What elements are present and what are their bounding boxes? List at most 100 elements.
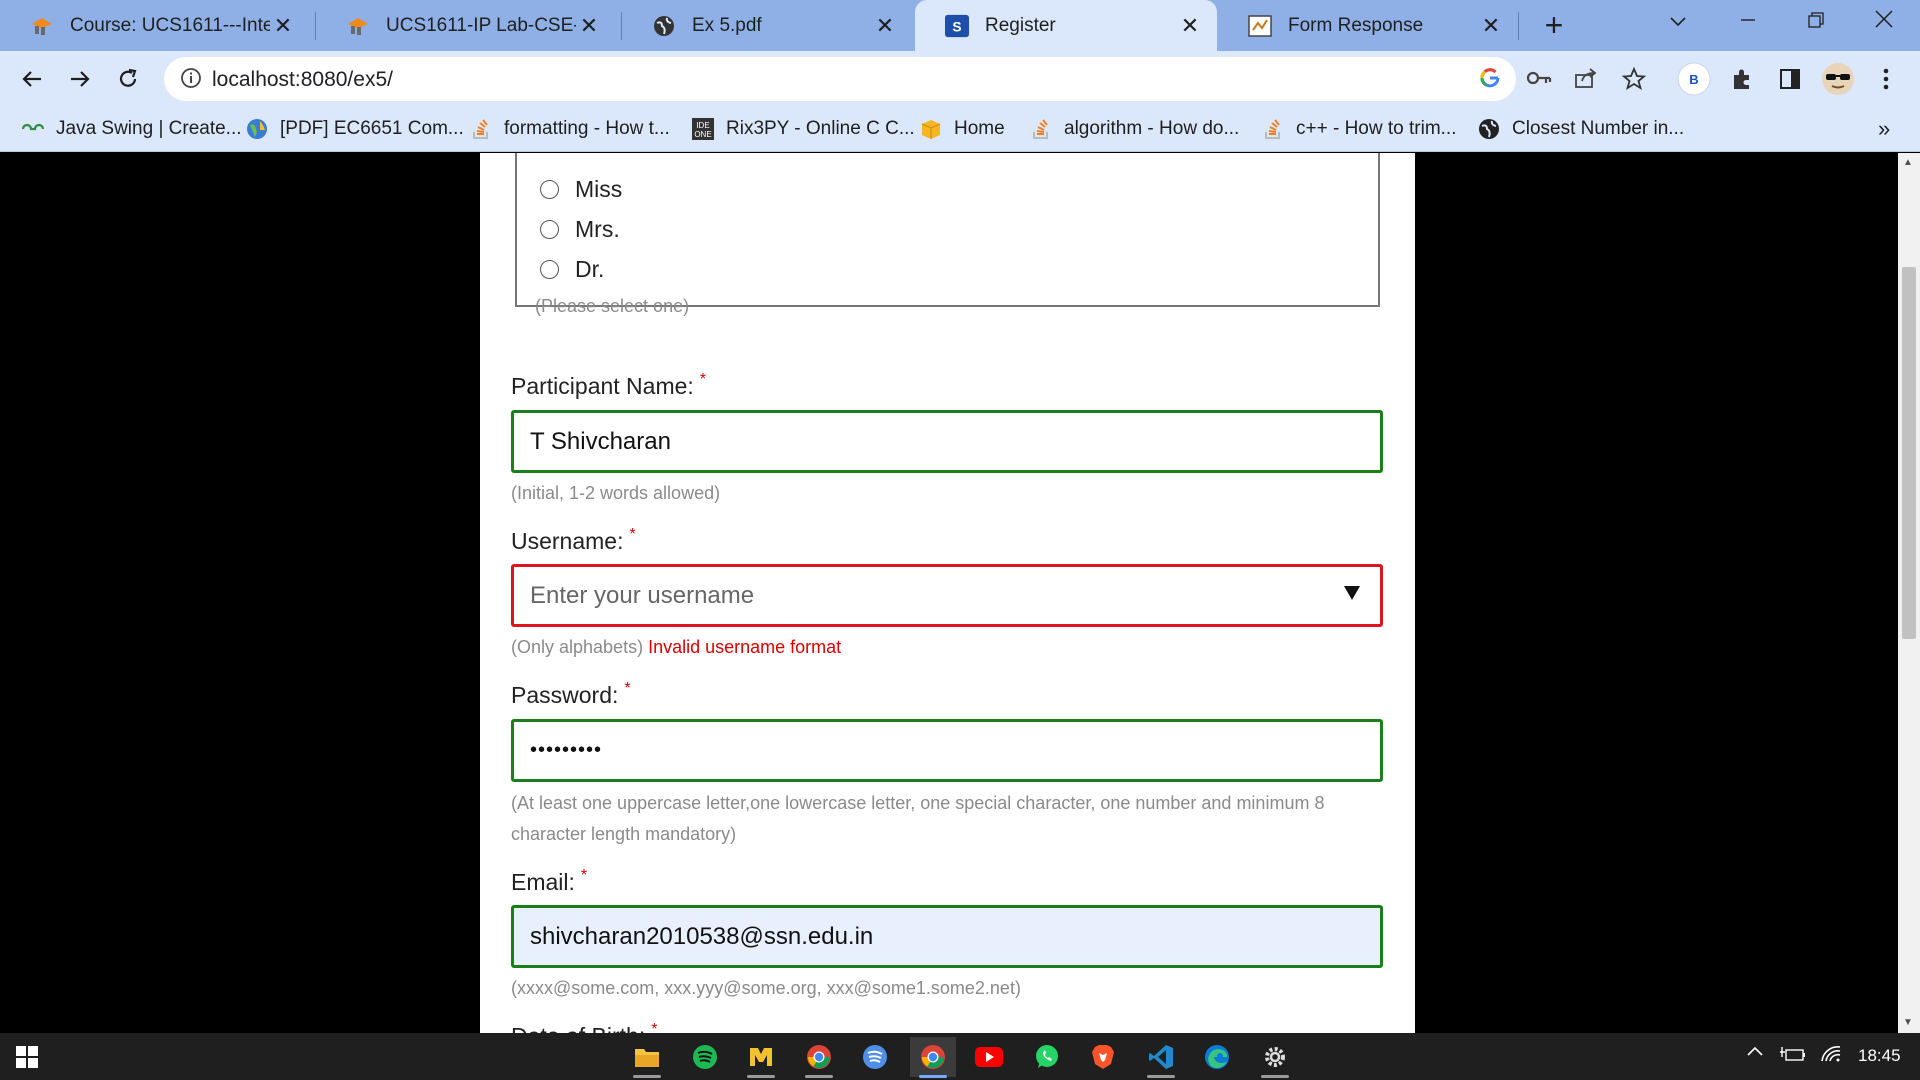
password-input[interactable]: ••••••••• [511,719,1383,782]
bookmark-item[interactable]: [PDF] EC6651 Com... [246,115,464,143]
required-mark: * [651,1021,658,1033]
share-icon[interactable] [1574,67,1598,94]
svg-text:ONE: ONE [694,130,711,139]
bookmark-item[interactable]: algorithm - How do... [1030,115,1239,143]
page-scrollbar[interactable]: ▲ ▼ [1898,153,1920,1033]
minimize-icon[interactable] [1714,0,1782,44]
radio-label: Mrs. [575,215,620,242]
avatar[interactable] [1820,61,1856,97]
bookmark-label: formatting - How t... [504,118,670,139]
bookmark-item[interactable]: IDE ONE Rix3PY - Online C C... [692,115,915,143]
close-icon[interactable]: ✕ [270,13,296,39]
clock[interactable]: 18:45 [1858,1046,1901,1066]
required-mark: * [624,680,631,697]
tab-search-icon[interactable] [1644,0,1712,44]
matlab-icon[interactable] [738,1037,784,1078]
bookmark-item[interactable]: formatting - How t... [470,115,670,143]
new-tab-button[interactable]: + [1534,6,1574,46]
scrollbar-thumb[interactable] [1902,267,1916,639]
stackoverflow-icon [1262,118,1284,140]
radio-circle[interactable] [540,179,559,199]
radio-circle[interactable] [540,259,559,279]
windows-start-icon[interactable] [4,1037,50,1077]
running-indicator [747,1075,775,1078]
username-input[interactable]: Enter your username [511,564,1383,627]
page-viewport: Miss Mrs. Dr. (Please select one) Partic… [0,153,1898,1033]
radio-label: Miss [575,175,623,202]
tab-ip-lab[interactable]: UCS1611-IP Lab-CSE-B-23 ✕ [316,0,616,51]
close-icon[interactable]: ✕ [872,13,898,39]
youtube-icon[interactable] [966,1037,1012,1077]
bookmark-item[interactable]: Home [920,115,1005,143]
bookmark-label: Rix3PY - Online C C... [726,118,915,139]
extensions-icon[interactable] [1724,61,1760,97]
running-indicator [633,1075,661,1078]
google-lens-icon[interactable] [1479,67,1501,94]
whatsapp-icon[interactable] [1024,1037,1070,1077]
username-error: Invalid username format [648,637,842,657]
edge-icon[interactable] [1194,1037,1240,1077]
chrome-icon[interactable] [796,1037,842,1078]
more-bookmarks-button[interactable]: » [1878,115,1890,143]
tab-title: Form Response [1288,14,1424,36]
reload-icon[interactable] [108,59,148,99]
url-text[interactable]: localhost:8080/ex5/ [212,68,393,92]
tab-ex5-pdf[interactable]: Ex 5.pdf ✕ [622,0,912,51]
label-text: Participant Name: [511,373,694,399]
password-label: Password: * [511,680,631,709]
tab-form-response[interactable]: Form Response ✕ [1218,0,1518,51]
profile-badge[interactable]: B [1676,61,1712,97]
moodle-icon [346,14,370,38]
chrome-active-icon[interactable] [910,1037,956,1078]
brave-icon[interactable] [1080,1037,1126,1077]
restore-icon[interactable] [1782,0,1850,44]
settings-icon[interactable] [1252,1037,1298,1078]
window-close-icon[interactable] [1850,0,1918,44]
scroll-up-icon[interactable]: ▲ [1903,157,1913,168]
username-hint: (Only alphabets) [511,637,644,657]
tab-course[interactable]: Course: UCS1611---Intern ✕ [0,0,310,51]
bookmark-star-icon[interactable] [1621,66,1647,96]
battery-icon[interactable] [1780,1045,1806,1068]
label-text: Username: [511,528,624,554]
radio-miss[interactable]: Miss [540,176,622,202]
info-icon[interactable] [180,67,202,94]
bookmark-label: Java Swing | Create... [56,118,242,139]
bookmark-item[interactable]: Closest Number in... [1478,115,1684,143]
participant-name-input[interactable]: T Shivcharan [511,410,1383,473]
dropdown-arrow-icon[interactable] [1344,586,1360,600]
close-icon[interactable]: ✕ [1177,13,1203,39]
menu-icon[interactable] [1868,61,1904,97]
tab-register[interactable]: S Register ✕ [915,0,1217,51]
moodle-icon [30,14,54,38]
vscode-icon[interactable] [1138,1037,1184,1078]
radio-circle[interactable] [540,219,559,239]
close-icon[interactable]: ✕ [1478,13,1504,39]
back-icon[interactable] [12,59,52,99]
bookmark-label: algorithm - How do... [1064,118,1240,139]
running-indicator [1261,1075,1289,1078]
home-box-icon [920,118,942,140]
key-icon[interactable] [1526,67,1552,94]
chevron-up-icon[interactable] [1746,1043,1764,1063]
username-label: Username: * [511,526,636,555]
wifi-icon[interactable] [1820,1043,1842,1068]
password-hint-line1: (At least one uppercase letter,one lower… [511,793,1325,813]
label-text: Email: [511,869,575,895]
close-icon[interactable]: ✕ [576,13,602,39]
spotify-icon[interactable] [682,1037,728,1077]
address-bar[interactable]: localhost:8080/ex5/ [164,57,1647,101]
bookmark-item[interactable]: Java Swing | Create... [22,115,242,143]
radio-mrs[interactable]: Mrs. [540,216,620,242]
scroll-down-icon[interactable]: ▼ [1903,1017,1913,1028]
email-input[interactable]: shivcharan2010538@ssn.edu.in [511,905,1383,968]
dob-label: Date of Birth: * [511,1021,658,1033]
radio-dr[interactable]: Dr. [540,256,604,282]
spotify-web-icon[interactable] [852,1037,898,1077]
bookmark-item[interactable]: c++ - How to trim... [1262,115,1456,143]
file-explorer-icon[interactable] [624,1037,670,1078]
side-panel-icon[interactable] [1772,61,1808,97]
forward-icon[interactable] [60,59,100,99]
globe-icon [652,14,676,38]
globe-icon [246,118,268,140]
